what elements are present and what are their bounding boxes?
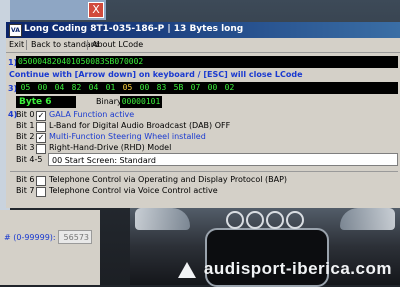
- headlight-right: [340, 208, 395, 230]
- byte-cell[interactable]: 5B: [171, 82, 186, 94]
- bit-checkbox[interactable]: [36, 176, 46, 186]
- bit-row: Bit 1 L-Band for Digital Audio Broadcast…: [6, 121, 400, 132]
- bit45-name: Bit 4-5: [16, 155, 43, 164]
- start-screen-select[interactable]: 00 Start Screen: Standard: [48, 153, 398, 166]
- binary-value: 00000101: [120, 96, 162, 108]
- byte-cell[interactable]: 00: [205, 82, 220, 94]
- menu-back-to-standard[interactable]: Back to standard: [31, 40, 99, 49]
- bit-description: Right-Hand-Drive (RHD) Model: [49, 143, 172, 152]
- menu-about[interactable]: About LCode: [92, 40, 143, 49]
- bit-name: Bit 0: [16, 110, 35, 119]
- bit-description: Telephone Control via Voice Control acti…: [49, 186, 218, 195]
- bit-row: Bit 2 ✓ Multi-Function Steering Wheel in…: [6, 132, 400, 143]
- title-bar: VA Long Coding 8T1-035-186-P | 13 Bytes …: [6, 22, 400, 38]
- headlight-left: [135, 208, 190, 230]
- menu-bar: Exit Back to standard About LCode: [6, 38, 400, 53]
- byte-cell[interactable]: 07: [188, 82, 203, 94]
- bit-checkbox[interactable]: [36, 122, 46, 132]
- watermark-text: audisport-iberica.com: [203, 259, 392, 278]
- bit-name: Bit 3: [16, 143, 35, 152]
- byte-cell[interactable]: 83: [154, 82, 169, 94]
- coding-hex-string[interactable]: 050004820401050083SB070002: [16, 56, 398, 68]
- byte-cell[interactable]: 02: [222, 82, 237, 94]
- byte-cell[interactable]: 00: [137, 82, 152, 94]
- menu-separator: [26, 40, 27, 50]
- background-field-label: # (0-99999):: [4, 233, 56, 242]
- app-icon: VA: [9, 24, 22, 37]
- bit-description: Multi-Function Steering Wheel installed: [49, 132, 206, 141]
- byte-cell[interactable]: 00: [35, 82, 50, 94]
- byte-selector: 05 00 04 82 04 01 05 00 83 5B 07 00 02: [16, 82, 398, 94]
- byte-cell[interactable]: 05: [18, 82, 33, 94]
- bit-description: L-Band for Digital Audio Broadcast (DAB)…: [49, 121, 231, 130]
- bit-row: Bit 7 Telephone Control via Voice Contro…: [6, 186, 400, 197]
- close-icon[interactable]: X: [88, 2, 104, 18]
- bit-row: Bit 0 ✓ GALA Function active: [6, 110, 400, 121]
- byte-cell[interactable]: 04: [86, 82, 101, 94]
- bit-description: GALA Function active: [49, 110, 135, 119]
- bit-checkbox[interactable]: ✓: [36, 133, 46, 143]
- byte-cell[interactable]: 82: [69, 82, 84, 94]
- menu-exit[interactable]: Exit: [9, 40, 24, 49]
- bit-checkbox[interactable]: [36, 144, 46, 154]
- background-field-input[interactable]: 56573: [58, 230, 92, 244]
- bit-checkbox[interactable]: [36, 187, 46, 197]
- byte-label: Byte 6: [16, 96, 76, 108]
- watermark-logo-icon: [178, 262, 196, 278]
- byte-cell[interactable]: 04: [52, 82, 67, 94]
- bit-checkbox[interactable]: ✓: [36, 111, 46, 121]
- bit-name: Bit 7: [16, 186, 35, 195]
- instruction-text: Continue with [Arrow down] on keyboard /…: [9, 70, 303, 79]
- long-coding-window: VA Long Coding 8T1-035-186-P | 13 Bytes …: [6, 22, 400, 208]
- window-title: Long Coding 8T1-035-186-P | 13 Bytes lon…: [24, 24, 244, 34]
- divider: [10, 171, 398, 172]
- bit-name: Bit 6: [16, 175, 35, 184]
- byte-cell[interactable]: 01: [103, 82, 118, 94]
- bit-row: Bit 6 Telephone Control via Operating an…: [6, 175, 400, 186]
- menu-separator: [87, 40, 88, 50]
- bit-name: Bit 1: [16, 121, 35, 130]
- byte-cell-selected[interactable]: 05: [120, 82, 135, 94]
- background-window: # (0-99999): 56573: [0, 210, 100, 285]
- bit-name: Bit 2: [16, 132, 35, 141]
- car-logo-rings: [226, 211, 310, 229]
- bit-description: Telephone Control via Operating and Disp…: [49, 175, 288, 184]
